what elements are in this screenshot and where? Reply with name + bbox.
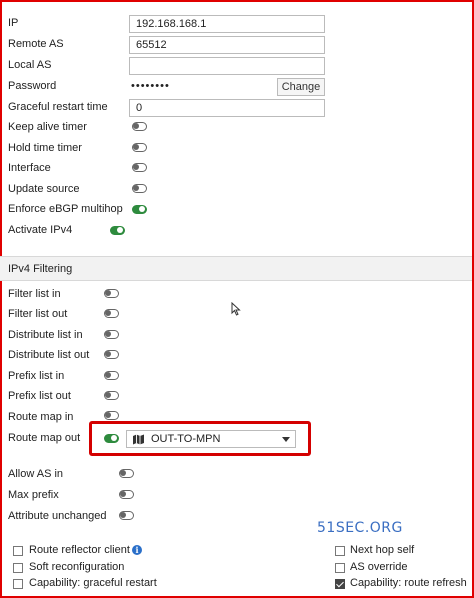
keep-alive-timer-label: Keep alive timer xyxy=(8,121,87,133)
update-source-label: Update source xyxy=(8,183,80,195)
update-source-toggle[interactable] xyxy=(132,184,147,193)
map-icon xyxy=(133,434,144,450)
local-as-field[interactable] xyxy=(129,57,325,75)
graceful-restart-time-label: Graceful restart time xyxy=(8,101,108,113)
filter-list-out-toggle[interactable] xyxy=(104,309,119,318)
activate-ipv4-label: Activate IPv4 xyxy=(8,224,73,236)
section-title: IPv4 Filtering xyxy=(8,263,73,275)
route-map-in-toggle[interactable] xyxy=(104,411,119,420)
change-password-button[interactable]: Change xyxy=(277,78,325,96)
route-map-in-label: Route map in xyxy=(8,411,74,423)
password-label: Password xyxy=(8,80,57,92)
route-map-out-value: OUT-TO-MPN xyxy=(151,433,221,445)
hold-time-timer-label: Hold time timer xyxy=(8,142,82,154)
filter-list-in-label: Filter list in xyxy=(8,288,61,300)
filter-list-out-label: Filter list out xyxy=(8,308,68,320)
ipv4-filtering-section: IPv4 Filtering xyxy=(0,256,472,281)
local-as-label: Local AS xyxy=(8,59,52,71)
attribute-unchanged-toggle[interactable] xyxy=(119,511,134,520)
chevron-down-icon xyxy=(282,437,290,442)
remote-as-label: Remote AS xyxy=(8,38,64,50)
capability-graceful-restart-checkbox[interactable] xyxy=(13,579,23,589)
prefix-list-in-label: Prefix list in xyxy=(8,370,65,382)
watermark: 51SEC.ORG xyxy=(317,520,403,536)
route-reflector-client-label: Route reflector client xyxy=(29,544,130,556)
allow-as-in-label: Allow AS in xyxy=(8,468,64,480)
next-hop-self-checkbox[interactable] xyxy=(335,546,345,556)
password-field[interactable]: •••••••• xyxy=(129,78,277,96)
hold-time-timer-toggle[interactable] xyxy=(132,143,147,152)
distribute-list-in-label: Distribute list in xyxy=(8,329,83,341)
prefix-list-out-toggle[interactable] xyxy=(104,391,119,400)
as-override-label: AS override xyxy=(350,561,408,573)
graceful-restart-time-field[interactable]: 0 xyxy=(129,99,325,117)
attribute-unchanged-label: Attribute unchanged xyxy=(8,510,107,522)
mouse-cursor-icon xyxy=(231,301,241,319)
interface-label: Interface xyxy=(8,162,51,174)
prefix-list-in-toggle[interactable] xyxy=(104,371,119,380)
distribute-list-out-label: Distribute list out xyxy=(8,349,90,361)
route-map-out-label: Route map out xyxy=(8,432,81,444)
enforce-ebgp-multihop-label: Enforce eBGP multihop xyxy=(8,203,123,215)
allow-as-in-toggle[interactable] xyxy=(119,469,134,478)
capability-route-refresh-checkbox[interactable] xyxy=(335,579,345,589)
soft-reconfiguration-checkbox[interactable] xyxy=(13,563,23,573)
soft-reconfiguration-label: Soft reconfiguration xyxy=(29,561,125,573)
next-hop-self-label: Next hop self xyxy=(350,544,415,556)
distribute-list-out-toggle[interactable] xyxy=(104,350,119,359)
route-map-out-select[interactable]: OUT-TO-MPN xyxy=(126,430,296,448)
prefix-list-out-label: Prefix list out xyxy=(8,390,71,402)
max-prefix-toggle[interactable] xyxy=(119,490,134,499)
distribute-list-in-toggle[interactable] xyxy=(104,330,119,339)
remote-as-field[interactable]: 65512 xyxy=(129,36,325,54)
capability-route-refresh-label: Capability: route refresh xyxy=(350,577,467,589)
route-reflector-client-checkbox[interactable] xyxy=(13,546,23,556)
capability-graceful-restart-label: Capability: graceful restart xyxy=(29,577,157,589)
ip-label: IP xyxy=(8,17,19,29)
enforce-ebgp-multihop-toggle[interactable] xyxy=(132,205,147,214)
filter-list-in-toggle[interactable] xyxy=(104,289,119,298)
max-prefix-label: Max prefix xyxy=(8,489,59,501)
activate-ipv4-toggle[interactable] xyxy=(110,226,125,235)
info-icon[interactable]: i xyxy=(132,545,142,555)
interface-toggle[interactable] xyxy=(132,163,147,172)
ip-field[interactable]: 192.168.168.1 xyxy=(129,15,325,33)
keep-alive-timer-toggle[interactable] xyxy=(132,122,147,131)
as-override-checkbox[interactable] xyxy=(335,563,345,573)
